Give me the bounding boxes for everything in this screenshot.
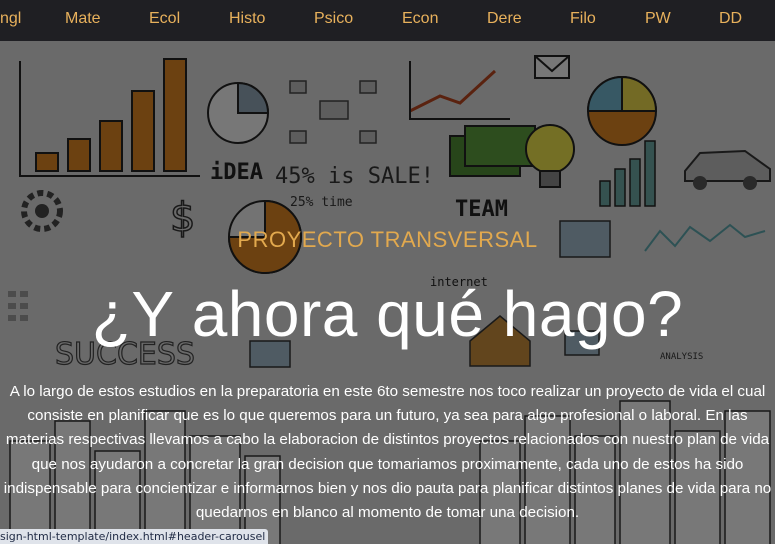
nav-item-econ[interactable]: Econ [402,10,438,28]
hero-headline: ¿Y ahora qué hago? [91,278,684,350]
header-carousel: iDEA 45% is SALE! 25% time TEAM internet… [0,41,775,544]
nav-item-dere[interactable]: Dere [487,10,522,28]
nav-item-ingles[interactable]: ngl [0,10,21,28]
nav-item-pw[interactable]: PW [645,10,671,28]
nav-item-dd[interactable]: DD [719,10,742,28]
status-bar-url: sign-html-template/index.html#header-car… [0,529,269,544]
hero-kicker: PROYECTO TRANSVERSAL [237,227,538,252]
nav-item-histo[interactable]: Histo [229,10,265,28]
top-navbar: ngl Mate Ecol Histo Psico Econ Dere Filo… [0,0,775,41]
nav-item-filo[interactable]: Filo [570,10,596,28]
nav-item-mate[interactable]: Mate [65,10,101,28]
nav-item-psico[interactable]: Psico [314,10,353,28]
nav-item-ecol[interactable]: Ecol [149,10,180,28]
hero-description: A lo largo de estos estudios en la prepa… [3,383,772,522]
